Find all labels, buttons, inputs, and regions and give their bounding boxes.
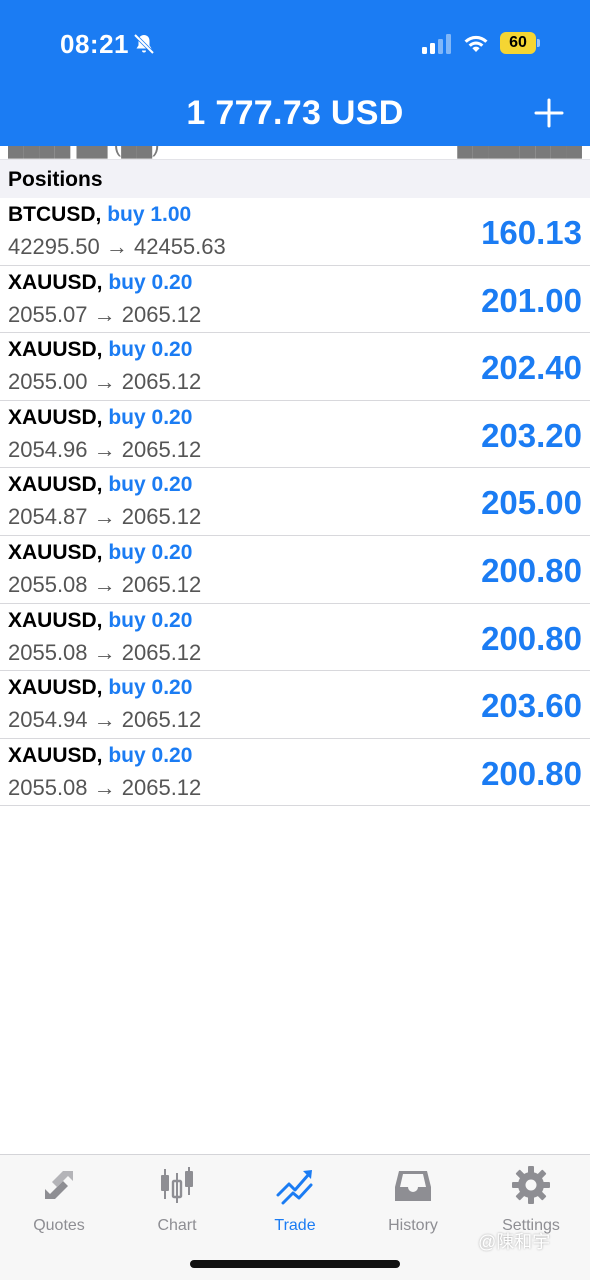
position-symbol: XAUUSD, (8, 338, 103, 362)
bell-off-icon (133, 33, 155, 55)
trend-chart-icon (276, 1170, 313, 1205)
tab-history[interactable]: History (354, 1165, 472, 1245)
position-symbol: XAUUSD, (8, 676, 103, 700)
position-title: XAUUSD, buy 0.20 (8, 541, 192, 565)
position-row[interactable]: XAUUSD, buy 0.20 2054.94 → 2065.12 203.6… (0, 671, 590, 739)
position-symbol: XAUUSD, (8, 743, 103, 767)
position-prices: 2055.08 → 2065.12 (8, 571, 202, 597)
position-profit: 203.60 (481, 687, 582, 725)
position-title: BTCUSD, buy 1.00 (8, 203, 191, 227)
position-profit: 160.13 (481, 214, 582, 251)
tab-label: Chart (157, 1217, 197, 1234)
position-symbol: XAUUSD, (8, 540, 103, 564)
cellular-signal-icon (422, 34, 451, 54)
gear-icon (512, 1166, 550, 1204)
position-prices: 2054.87 → 2065.12 (8, 504, 202, 530)
position-side: buy 0.20 (108, 676, 193, 700)
app-header: 08:21 60 1 777.73 USD (0, 0, 590, 146)
clipped-row-right-text: ████████ (457, 146, 582, 158)
position-title: XAUUSD, buy 0.20 (8, 271, 192, 295)
position-title: XAUUSD, buy 0.20 (8, 406, 192, 430)
position-row[interactable]: XAUUSD, buy 0.20 2055.08 → 2065.12 200.8… (0, 739, 590, 807)
position-profit: 201.00 (481, 281, 582, 319)
wifi-icon (464, 35, 488, 52)
position-profit: 200.80 (481, 619, 582, 657)
position-prices: 42295.50 → 42455.63 (8, 234, 226, 259)
position-row[interactable]: BTCUSD, buy 1.00 42295.50 → 42455.63 160… (0, 198, 590, 266)
position-prices: 2054.96 → 2065.12 (8, 436, 202, 462)
position-side: buy 0.20 (108, 338, 193, 362)
tab-trade[interactable]: Trade (236, 1165, 354, 1245)
position-title: XAUUSD, buy 0.20 (8, 676, 192, 700)
tab-label: Quotes (33, 1217, 85, 1234)
position-prices: 2055.07 → 2065.12 (8, 301, 202, 327)
position-row[interactable]: XAUUSD, buy 0.20 2054.96 → 2065.12 203.2… (0, 401, 590, 469)
position-symbol: XAUUSD, (8, 405, 103, 429)
position-row[interactable]: XAUUSD, buy 0.20 2055.00 → 2065.12 202.4… (0, 333, 590, 401)
position-profit: 202.40 (481, 349, 582, 387)
position-row[interactable]: XAUUSD, buy 0.20 2055.08 → 2065.12 200.8… (0, 536, 590, 604)
position-row[interactable]: XAUUSD, buy 0.20 2055.08 → 2065.12 200.8… (0, 604, 590, 672)
position-symbol: XAUUSD, (8, 473, 103, 497)
account-balance: 1 777.73 USD (186, 94, 404, 132)
position-title: XAUUSD, buy 0.20 (8, 473, 192, 497)
position-profit: 205.00 (481, 484, 582, 522)
position-row[interactable]: XAUUSD, buy 0.20 2054.87 → 2065.12 205.0… (0, 468, 590, 536)
positions-list: BTCUSD, buy 1.00 42295.50 → 42455.63 160… (0, 198, 590, 807)
position-symbol: XAUUSD, (8, 608, 103, 632)
battery-indicator: 60 (500, 32, 540, 54)
position-side: buy 0.20 (108, 473, 193, 497)
tab-label: Trade (274, 1217, 316, 1234)
position-side: buy 1.00 (107, 203, 192, 226)
tab-quotes[interactable]: Quotes (0, 1165, 118, 1245)
position-title: XAUUSD, buy 0.20 (8, 744, 192, 768)
position-profit: 200.80 (481, 754, 582, 792)
position-profit: 200.80 (481, 551, 582, 589)
inbox-tray-icon (395, 1171, 431, 1201)
position-symbol: BTCUSD, (8, 203, 102, 226)
position-prices: 2055.00 → 2065.12 (8, 369, 202, 395)
position-prices: 2055.08 → 2065.12 (8, 774, 202, 800)
position-profit: 203.20 (481, 416, 582, 454)
positions-section-header: Positions (0, 160, 590, 198)
battery-level: 60 (500, 32, 536, 54)
home-indicator[interactable] (190, 1260, 400, 1268)
status-time: 08:21 (60, 29, 129, 59)
watermark-text: @陳和宇 (478, 1232, 551, 1252)
tab-label: History (388, 1217, 438, 1234)
position-row[interactable]: XAUUSD, buy 0.20 2055.07 → 2065.12 201.0… (0, 266, 590, 334)
position-side: buy 0.20 (108, 405, 193, 429)
position-side: buy 0.20 (108, 540, 193, 564)
position-prices: 2055.08 → 2065.12 (8, 639, 202, 665)
position-title: XAUUSD, buy 0.20 (8, 338, 192, 362)
position-side: buy 0.20 (108, 608, 193, 632)
position-side: buy 0.20 (108, 270, 193, 294)
clipped-summary-row: ████ ██ (██) ████████ (0, 146, 590, 160)
position-symbol: XAUUSD, (8, 270, 103, 294)
candlestick-icon (161, 1167, 193, 1203)
position-title: XAUUSD, buy 0.20 (8, 609, 192, 633)
position-prices: 2054.94 → 2065.12 (8, 707, 202, 733)
position-side: buy 0.20 (108, 743, 193, 767)
quotes-arrows-icon (45, 1171, 73, 1199)
clipped-row-left-text: ████ ██ (██) (8, 146, 160, 158)
battery-cap (537, 39, 540, 47)
section-title: Positions (8, 168, 103, 191)
plus-icon[interactable] (534, 98, 564, 128)
tab-chart[interactable]: Chart (118, 1165, 236, 1245)
